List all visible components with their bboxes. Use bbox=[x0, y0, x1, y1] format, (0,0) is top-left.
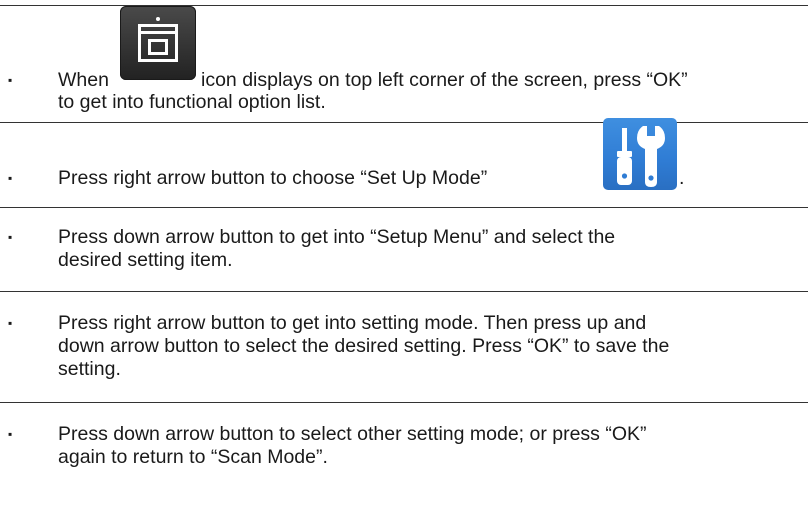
divider-rule bbox=[0, 5, 808, 6]
bullet-marker: ▪ bbox=[8, 171, 13, 185]
instruction-line: again to return to “Scan Mode”. bbox=[58, 446, 806, 469]
instruction-line: down arrow button to select the desired … bbox=[58, 335, 806, 358]
instruction-text: Press right arrow button to choose “Set … bbox=[58, 167, 488, 189]
instruction-text: to get into functional option list. bbox=[58, 91, 326, 113]
instruction-line: Press down arrow button to select other … bbox=[58, 423, 806, 446]
instruction-text: Press right arrow button to get into set… bbox=[58, 312, 647, 334]
instruction-text: icon displays on top left corner of the … bbox=[201, 69, 688, 91]
instruction-text: Press down arrow button to get into “Set… bbox=[58, 226, 616, 248]
bullet-marker: ▪ bbox=[8, 427, 13, 441]
divider-rule bbox=[0, 207, 808, 208]
instruction-line: to get into functional option list. bbox=[58, 91, 806, 114]
instruction-line: setting. bbox=[58, 358, 806, 381]
instruction-text: again to return to “Scan Mode”. bbox=[58, 446, 328, 468]
divider-rule bbox=[0, 402, 808, 403]
divider-rule bbox=[0, 291, 808, 292]
screwdriver-wrench-icon bbox=[617, 126, 665, 187]
instruction-line: Press right arrow button to get into set… bbox=[58, 312, 806, 335]
bullet-marker: ▪ bbox=[8, 73, 13, 87]
divider-rule bbox=[0, 122, 808, 123]
set-up-mode-icon bbox=[603, 118, 677, 190]
instruction-text: When bbox=[58, 69, 109, 91]
instruction-text: down arrow button to select the desired … bbox=[58, 335, 670, 357]
bullet-marker: ▪ bbox=[8, 316, 13, 330]
instruction-text: setting. bbox=[58, 358, 121, 380]
instruction-line: icon displays on top left corner of the … bbox=[201, 69, 801, 92]
bullet-marker: ▪ bbox=[8, 230, 13, 244]
instruction-line: Press right arrow button to choose “Set … bbox=[58, 167, 806, 190]
instruction-text: Press down arrow button to select other … bbox=[58, 423, 647, 445]
instruction-text: desired setting item. bbox=[58, 249, 233, 271]
instruction-line: Press down arrow button to get into “Set… bbox=[58, 226, 806, 249]
instruction-line: desired setting item. bbox=[58, 249, 806, 272]
instruction-text: . bbox=[679, 167, 685, 189]
